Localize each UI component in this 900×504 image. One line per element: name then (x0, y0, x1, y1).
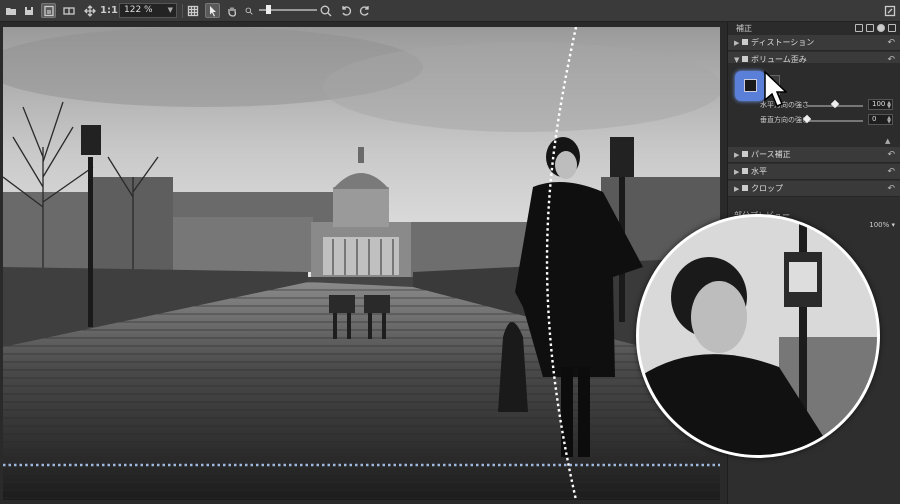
image-canvas[interactable] (3, 27, 720, 500)
rotate-left-icon[interactable] (339, 3, 352, 18)
move-icon[interactable] (83, 3, 97, 18)
chevron-right-icon: ▶ (734, 39, 740, 47)
horizontal-strength-row: 水平方向の強さ 100 ▲ ▼ (728, 99, 900, 111)
actual-size-button[interactable]: 1:1 (100, 3, 118, 18)
save-icon[interactable] (22, 3, 36, 18)
vertical-strength-value: 0 (872, 115, 877, 123)
folder-icon[interactable] (4, 3, 18, 18)
collapse-icon[interactable]: ▲ (885, 137, 895, 145)
preset-image-icon (744, 79, 757, 92)
chevron-right-icon: ▶ (734, 168, 740, 176)
spinner-icon[interactable]: ▲ ▼ (887, 116, 891, 125)
section-crop[interactable]: ▶ クロップ ↶ (728, 181, 900, 197)
paste-icon[interactable] (866, 24, 874, 32)
section-label: 水平 (751, 167, 767, 176)
zoom-slider-thumb[interactable] (266, 5, 271, 14)
pointer-icon[interactable] (205, 3, 220, 18)
grid-icon[interactable] (186, 3, 200, 18)
panel-title: 補正 (728, 22, 900, 36)
preview-zoom-value: 100% (869, 221, 890, 229)
volume-deformation-body: 水平方向の強さ 100 ▲ ▼ 垂直方向の強さ 0 ▲ ▼ (728, 63, 900, 155)
settings-icon[interactable] (877, 24, 885, 32)
rotate-right-icon[interactable] (358, 3, 371, 18)
section-horizon[interactable]: ▶ 水平 ↶ (728, 164, 900, 180)
vertical-strength-slider[interactable] (807, 120, 863, 122)
mouse-cursor (764, 70, 787, 107)
panel-title-text: 補正 (736, 24, 752, 33)
horizontal-strength-field[interactable]: 100 ▲ ▼ (868, 99, 893, 110)
section-checkbox[interactable] (742, 56, 748, 62)
zoom-field[interactable]: 122 % ▼ (119, 3, 177, 18)
section-checkbox[interactable] (742, 39, 748, 45)
preview-zoom-select[interactable]: 100% ▾ (869, 221, 895, 229)
section-checkbox[interactable] (742, 185, 748, 191)
photo (3, 27, 720, 500)
section-perspective[interactable]: ▶ パース補正 ↶ (728, 147, 900, 163)
section-distortion[interactable]: ▶ ディストーション ↶ (728, 35, 900, 51)
fullscreen-icon[interactable] (884, 3, 896, 18)
zoom-in-icon[interactable] (320, 3, 332, 18)
spinner-icon[interactable]: ▲ ▼ (887, 101, 891, 110)
hand-icon[interactable] (225, 3, 239, 18)
zoom-out-icon[interactable] (244, 3, 254, 18)
toolbar-divider (182, 4, 183, 18)
chevron-right-icon: ▶ (734, 151, 740, 159)
vertical-strength-field[interactable]: 0 ▲ ▼ (868, 114, 893, 125)
section-label: ディストーション (751, 38, 815, 47)
section-label: パース補正 (751, 150, 791, 159)
vertical-strength-label: 垂直方向の強さ (760, 116, 809, 124)
horizontal-strength-value: 100 (872, 100, 886, 108)
vertical-strength-row: 垂直方向の強さ 0 ▲ ▼ (728, 114, 900, 126)
preset-horizontal-thumbnail[interactable] (735, 71, 765, 101)
help-icon[interactable] (888, 24, 896, 32)
undo-icon[interactable]: ↶ (887, 147, 895, 163)
undo-icon[interactable]: ↶ (887, 35, 895, 51)
magnified-photo (639, 217, 877, 455)
copy-icon[interactable] (855, 24, 863, 32)
toolbar: 1:1 122 % ▼ (0, 0, 900, 22)
chevron-right-icon: ▶ (734, 185, 740, 193)
compare-icon[interactable] (61, 3, 76, 18)
undo-icon[interactable]: ↶ (887, 164, 895, 180)
section-label: クロップ (751, 184, 783, 193)
section-checkbox[interactable] (742, 151, 748, 157)
zoom-value: 122 % (124, 5, 153, 15)
info-icon[interactable] (41, 3, 56, 18)
partial-preview-magnifier (636, 214, 880, 458)
undo-icon[interactable]: ↶ (887, 181, 895, 197)
chevron-down-icon: ▼ (167, 6, 173, 14)
section-checkbox[interactable] (742, 168, 748, 174)
